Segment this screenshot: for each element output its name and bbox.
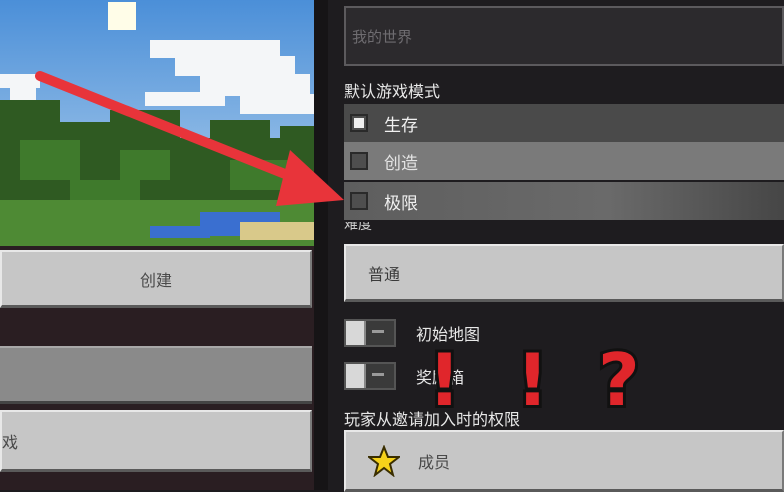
exclamation-mark-1: ! [425, 338, 464, 422]
exclamation-mark-2: ! [513, 338, 552, 422]
red-arrow-annotation [35, 71, 344, 206]
question-mark: ? [595, 338, 643, 422]
